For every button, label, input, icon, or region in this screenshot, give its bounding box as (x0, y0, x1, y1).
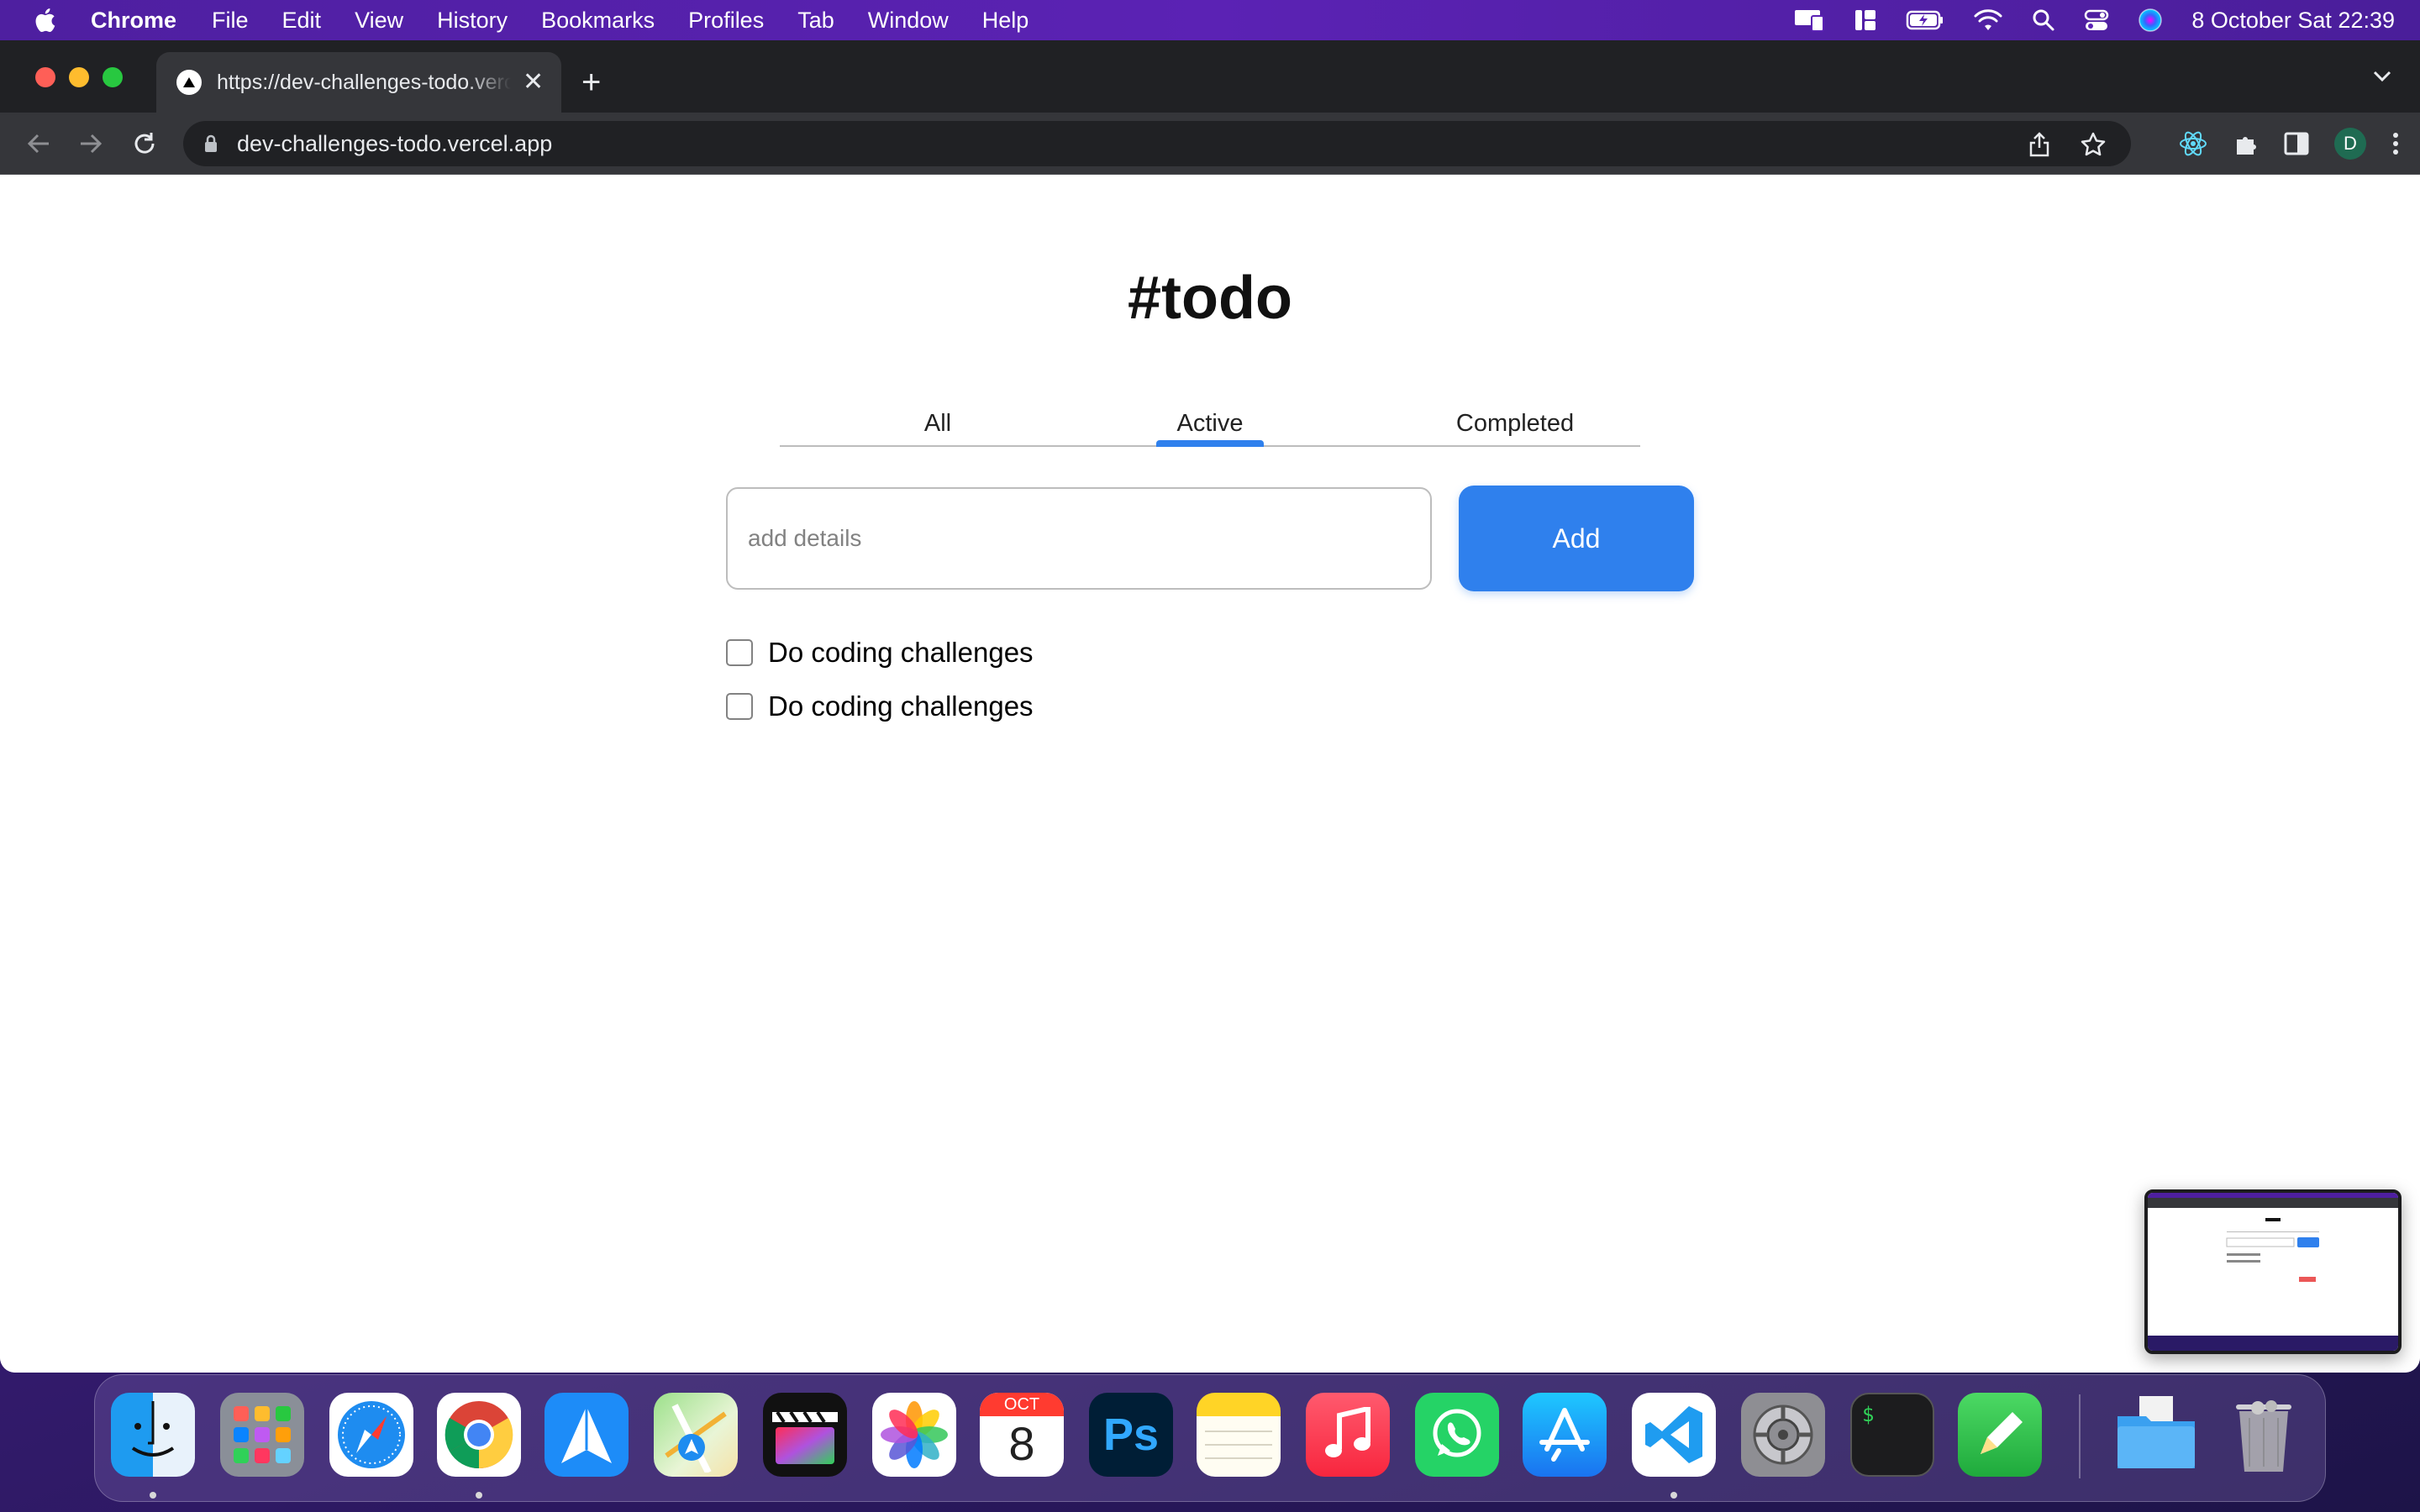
launchpad-icon[interactable] (220, 1393, 304, 1477)
calendar-month: OCT (980, 1393, 1064, 1416)
tab-search-chevron-icon[interactable] (2373, 71, 2391, 82)
status-area: 8 October Sat 22:39 (1793, 0, 2395, 40)
url-text[interactable]: dev-challenges-todo.vercel.app (237, 131, 552, 157)
calendar-day: 8 (1008, 1417, 1035, 1470)
react-devtools-icon[interactable] (2178, 129, 2208, 158)
extensions-area: D (2178, 123, 2400, 165)
browser-tab[interactable]: https://dev-challenges-todo.vercel.app ✕ (156, 52, 561, 113)
control-center-icon[interactable] (2084, 8, 2109, 32)
extensions-puzzle-icon[interactable] (2233, 131, 2259, 156)
tab-close-icon[interactable]: ✕ (523, 70, 544, 95)
photoshop-icon[interactable]: Ps (1089, 1393, 1173, 1477)
terminal-prompt: $ (1862, 1403, 1875, 1426)
close-window-button[interactable] (35, 67, 55, 87)
tab-completed[interactable]: Completed (1427, 410, 1603, 445)
finder-icon[interactable] (111, 1393, 195, 1477)
back-arrow-icon[interactable] (25, 131, 52, 156)
spark-mail-icon[interactable] (544, 1393, 629, 1477)
more-menu-icon[interactable] (2391, 131, 2400, 156)
page-content: #todo All Active Completed Add Do coding… (0, 175, 2420, 1373)
menu-history[interactable]: History (437, 8, 508, 34)
vscode-icon[interactable] (1632, 1393, 1716, 1477)
filter-tabs: All Active Completed (780, 410, 1640, 447)
maps-icon[interactable] (654, 1393, 738, 1477)
music-icon[interactable] (1306, 1393, 1390, 1477)
address-bar[interactable]: dev-challenges-todo.vercel.app (183, 121, 2131, 166)
reload-icon[interactable] (131, 131, 158, 156)
chrome-icon[interactable] (437, 1393, 521, 1477)
menu-view[interactable]: View (355, 8, 403, 34)
menu-app-name[interactable]: Chrome (91, 8, 176, 34)
browser-window: https://dev-challenges-todo.vercel.app ✕… (0, 40, 2420, 1373)
minimize-window-button[interactable] (69, 67, 89, 87)
side-panel-icon[interactable] (2284, 132, 2309, 155)
vercel-triangle-icon (176, 70, 202, 95)
share-icon[interactable] (2028, 132, 2050, 157)
running-indicator (1670, 1492, 1677, 1499)
screen-mirroring-icon[interactable] (1793, 8, 1825, 33)
active-tab-indicator (1156, 440, 1264, 447)
menu-bar: Chrome File Edit View History Bookmarks … (0, 0, 2420, 40)
running-indicator (476, 1492, 482, 1499)
menu-help[interactable]: Help (982, 8, 1029, 34)
sketchbook-icon[interactable] (1958, 1393, 2042, 1477)
menu-tab[interactable]: Tab (797, 8, 834, 34)
todo-text: Do coding challenges (768, 690, 1034, 722)
menu-profiles[interactable]: Profiles (688, 8, 764, 34)
photos-icon[interactable] (872, 1393, 956, 1477)
spotlight-search-icon[interactable] (2032, 8, 2055, 32)
forward-arrow-icon[interactable] (77, 131, 104, 156)
bookmark-star-icon[interactable] (2081, 132, 2106, 157)
add-button[interactable]: Add (1459, 486, 1694, 591)
tab-all[interactable]: All (854, 410, 1022, 445)
photoshop-label: Ps (1102, 1410, 1160, 1460)
running-indicator (150, 1492, 156, 1499)
siri-icon[interactable] (2138, 8, 2163, 33)
terminal-icon[interactable]: $ (1850, 1393, 1934, 1477)
wifi-icon[interactable] (1973, 8, 2003, 32)
todo-checkbox[interactable] (726, 639, 753, 666)
menu-file[interactable]: File (212, 8, 249, 34)
tab-title: https://dev-challenges-todo.vercel.app (217, 70, 511, 94)
trash-icon[interactable] (2222, 1393, 2306, 1477)
calendar-icon[interactable]: OCT 8 (980, 1393, 1064, 1477)
menubar-clock[interactable]: 8 October Sat 22:39 (2191, 8, 2395, 34)
apple-icon[interactable] (34, 8, 55, 33)
add-details-input[interactable] (726, 487, 1432, 590)
downloads-folder-icon[interactable] (2114, 1393, 2198, 1477)
profile-avatar[interactable]: D (2334, 128, 2366, 160)
todo-item: Do coding challenges (726, 637, 1034, 669)
notes-icon[interactable] (1197, 1393, 1281, 1477)
dock-separator (2079, 1394, 2081, 1478)
menu-bookmarks[interactable]: Bookmarks (541, 8, 655, 34)
menu-edit[interactable]: Edit (282, 8, 322, 34)
tab-strip: https://dev-challenges-todo.vercel.app ✕… (0, 40, 2420, 113)
screenshot-thumbnail[interactable] (2144, 1189, 2402, 1354)
todo-text: Do coding challenges (768, 637, 1034, 668)
safari-icon[interactable] (329, 1393, 413, 1477)
final-cut-pro-icon[interactable] (763, 1393, 847, 1477)
todo-item: Do coding challenges (726, 690, 1034, 722)
menu-window[interactable]: Window (868, 8, 949, 34)
app-store-icon[interactable] (1523, 1393, 1607, 1477)
fullscreen-window-button[interactable] (103, 67, 123, 87)
todo-checkbox[interactable] (726, 693, 753, 720)
system-preferences-icon[interactable] (1741, 1393, 1825, 1477)
lock-icon[interactable] (203, 134, 218, 154)
new-tab-button[interactable]: + (581, 66, 601, 99)
stage-manager-icon[interactable] (1854, 8, 1877, 33)
battery-icon[interactable] (1906, 9, 1944, 31)
page-title: #todo (1128, 265, 1292, 332)
browser-toolbar: dev-challenges-todo.vercel.app D (0, 113, 2420, 175)
whatsapp-icon[interactable] (1415, 1393, 1499, 1477)
